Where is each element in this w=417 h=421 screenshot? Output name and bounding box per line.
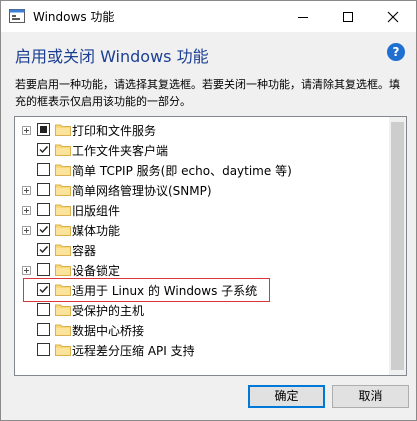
folder-icon — [55, 304, 71, 316]
feature-label: 简单网络管理协议(SNMP) — [72, 184, 212, 198]
expand-icon[interactable] — [22, 186, 31, 195]
feature-checkbox[interactable] — [37, 203, 50, 216]
feature-checkbox[interactable] — [37, 143, 50, 156]
cancel-button[interactable]: 取消 — [332, 385, 409, 408]
folder-icon — [55, 224, 71, 236]
features-tree[interactable]: 打印和文件服务 工作文件夹客户端简单 TCPIP 服务(即 echo、daytim… — [14, 116, 407, 376]
folder-icon — [55, 204, 71, 216]
feature-row[interactable]: 简单 TCPIP 服务(即 echo、daytime 等) — [15, 160, 389, 180]
minimize-icon — [298, 17, 308, 18]
maximize-button[interactable] — [325, 1, 371, 32]
feature-checkbox[interactable] — [37, 223, 50, 236]
highlight-box — [23, 278, 270, 302]
feature-row[interactable]: 受保护的主机 — [15, 300, 389, 320]
feature-label: 打印和文件服务 — [72, 124, 157, 138]
feature-checkbox[interactable] — [37, 183, 50, 196]
feature-row[interactable]: 容器 — [15, 240, 389, 260]
folder-icon — [55, 124, 71, 136]
feature-label: 设备锁定 — [72, 264, 121, 278]
feature-row[interactable]: 旧版组件 — [15, 200, 389, 220]
feature-label: 数据中心桥接 — [72, 324, 145, 338]
feature-checkbox[interactable] — [37, 243, 50, 256]
folder-icon — [55, 244, 71, 256]
scrollbar-thumb[interactable] — [391, 122, 404, 370]
feature-row[interactable]: 媒体功能 — [15, 220, 389, 240]
feature-label: 旧版组件 — [72, 204, 121, 218]
feature-label: 媒体功能 — [72, 224, 121, 238]
feature-row[interactable]: 远程差分压缩 API 支持 — [15, 340, 389, 360]
feature-row[interactable]: 设备锁定 — [15, 260, 389, 280]
feature-label: 远程差分压缩 API 支持 — [72, 344, 195, 358]
dialog-description: 若要启用一种功能，请选择其复选框。若要关闭一种功能，请清除其复选框。填充的框表示… — [15, 78, 400, 108]
expand-icon[interactable] — [22, 126, 31, 135]
dialog-content: 启用或关闭 Windows 功能 ? 若要启用一种功能，请选择其复选框。若要关闭… — [1, 32, 416, 420]
feature-checkbox[interactable] — [37, 163, 50, 176]
window-title: Windows 功能 — [33, 10, 115, 24]
close-button[interactable] — [370, 1, 416, 32]
folder-icon — [55, 164, 71, 176]
folder-icon — [55, 344, 71, 356]
feature-checkbox[interactable] — [37, 323, 50, 336]
maximize-icon — [343, 12, 353, 22]
feature-checkbox[interactable] — [37, 343, 50, 356]
checkmark-icon — [39, 246, 49, 254]
feature-checkbox[interactable] — [37, 303, 50, 316]
checkmark-icon — [39, 146, 49, 154]
feature-row[interactable]: 简单网络管理协议(SNMP) — [15, 180, 389, 200]
help-icon[interactable]: ? — [387, 43, 405, 61]
expand-icon[interactable] — [22, 206, 31, 215]
feature-row[interactable]: 数据中心桥接 — [15, 320, 389, 340]
expand-icon[interactable] — [22, 266, 31, 275]
folder-icon — [55, 144, 71, 156]
feature-label: 简单 TCPIP 服务(即 echo、daytime 等) — [72, 164, 292, 178]
checkmark-icon — [39, 226, 49, 234]
minimize-button[interactable] — [280, 1, 326, 32]
feature-label: 工作文件夹客户端 — [72, 144, 169, 158]
expand-icon[interactable] — [22, 226, 31, 235]
vertical-scrollbar[interactable] — [389, 117, 406, 375]
ok-button[interactable]: 确定 — [248, 385, 325, 408]
feature-row[interactable]: 工作文件夹客户端 — [15, 140, 389, 160]
folder-icon — [55, 264, 71, 276]
title-bar[interactable]: Windows 功能 — [1, 1, 416, 32]
app-icon — [9, 9, 25, 23]
feature-row[interactable]: 打印和文件服务 — [15, 120, 389, 140]
feature-label: 容器 — [72, 244, 97, 258]
dialog-heading: 启用或关闭 Windows 功能 — [15, 47, 209, 66]
feature-checkbox[interactable] — [37, 263, 50, 276]
feature-label: 受保护的主机 — [72, 304, 145, 318]
close-icon — [387, 11, 399, 23]
folder-icon — [55, 324, 71, 336]
windows-features-dialog: Windows 功能 启用或关闭 Windows 功能 ? 若要启用一种功能，请… — [0, 0, 417, 421]
folder-icon — [55, 184, 71, 196]
feature-checkbox[interactable] — [37, 123, 50, 136]
